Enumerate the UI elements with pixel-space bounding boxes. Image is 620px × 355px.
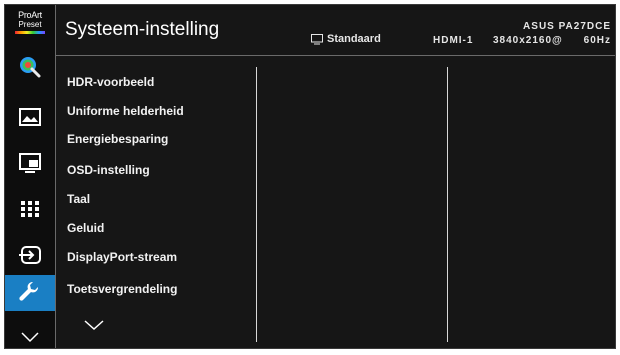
chevron-down-icon [84,320,104,331]
monitor-icon [311,33,323,44]
preset-mode: Standaard [311,33,381,45]
menu-item-osd-setting[interactable]: OSD-instelling [67,163,150,177]
sidebar-scroll-down[interactable] [5,319,55,355]
sidebar-item-image[interactable] [5,99,55,135]
menu-item-sound[interactable]: Geluid [67,221,104,235]
logo-line-2: Preset [18,20,42,29]
preset-mode-label: Standaard [327,33,381,45]
image-icon [19,108,41,126]
pip-icon [19,153,41,173]
settings-menu: HDR-voorbeeld Uniforme helderheid Energi… [55,56,255,348]
model-name: ASUS PA27DCE [523,21,611,32]
menu-more-button[interactable] [83,318,105,336]
column-divider [256,67,257,342]
input-source: HDMI-1 [433,35,474,46]
sidebar: ProArt Preset [5,5,56,348]
menu-item-power-saving[interactable]: Energiebesparing [67,132,168,146]
palette-icon [20,57,41,78]
logo-color-stripe [15,31,45,34]
sidebar-item-pip[interactable] [5,145,55,181]
chevron-down-icon [21,332,39,343]
header: Systeem-instelling Standaard HDMI-1 ASUS… [55,5,615,56]
input-icon [19,246,41,264]
sidebar-item-system[interactable] [5,275,55,311]
menu-item-displayport-stream[interactable]: DisplayPort-stream [67,250,177,264]
osd-window: ProArt Preset Systeem-instelling Standaa… [4,4,616,349]
menu-item-key-lock[interactable]: Toetsvergrendeling [67,282,177,296]
menu-item-language[interactable]: Taal [67,192,90,206]
logo-line-1: ProArt [18,10,42,20]
wrench-icon [19,281,39,301]
sidebar-item-input[interactable] [5,237,55,273]
grid-icon [21,201,39,217]
resolution: 3840x2160@ [493,35,563,46]
sidebar-item-palette[interactable] [5,49,55,85]
proart-preset-logo[interactable]: ProArt Preset [11,11,49,41]
refresh-rate: 60Hz [583,35,611,46]
column-divider [447,67,448,342]
menu-item-uniform-brightness[interactable]: Uniforme helderheid [67,104,184,118]
sidebar-item-grid[interactable] [5,191,55,227]
menu-item-hdr-preview[interactable]: HDR-voorbeeld [67,75,154,89]
page-title: Systeem-instelling [65,19,220,40]
